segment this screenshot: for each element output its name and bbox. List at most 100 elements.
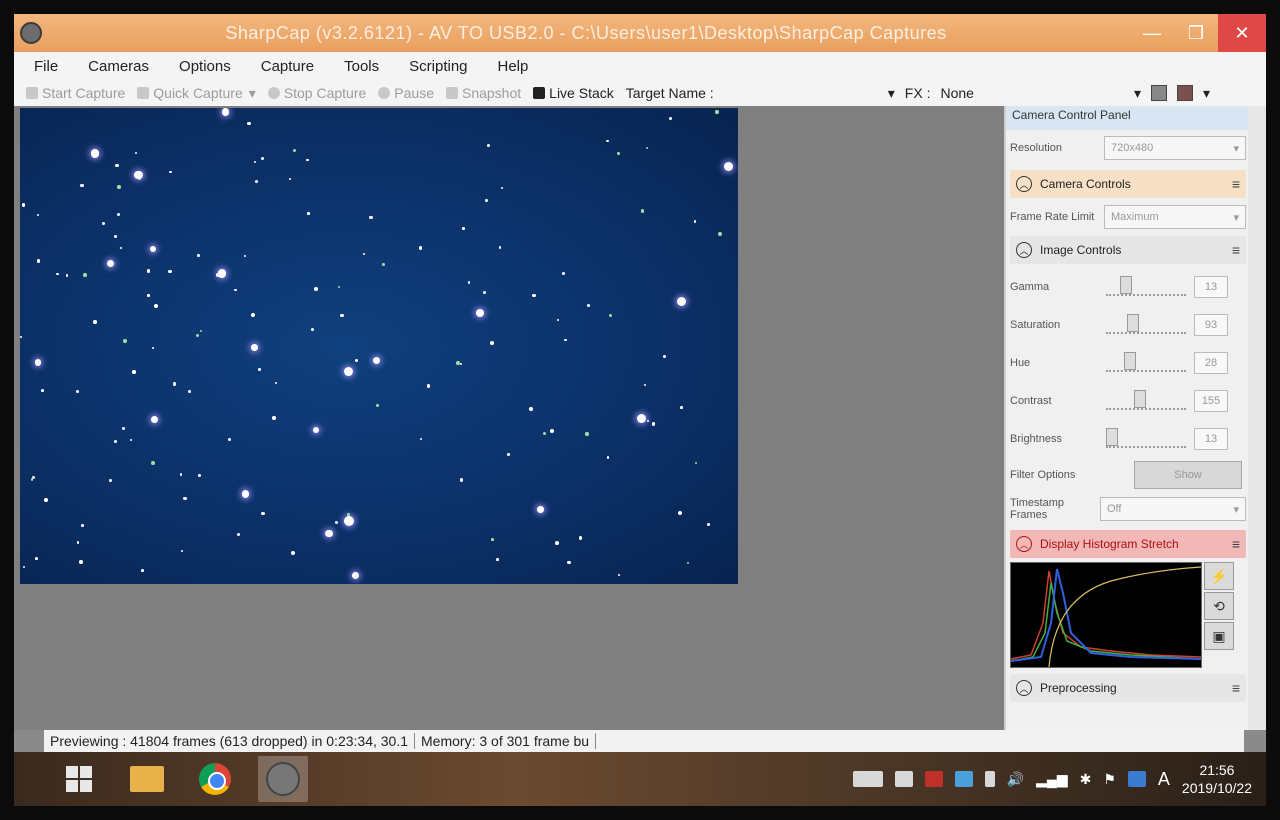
frame-rate-select[interactable]: Maximum ▾ [1104, 205, 1246, 229]
live-stack-button[interactable]: Live Stack [527, 85, 620, 101]
swatch-dropdown-icon[interactable]: ▾ [1203, 85, 1210, 102]
collapse-icon[interactable]: ︿ [1016, 536, 1032, 552]
chrome-button[interactable] [190, 756, 240, 802]
acrobat-icon[interactable] [924, 771, 943, 787]
star [168, 269, 172, 274]
star [418, 246, 423, 250]
camera-preview[interactable] [20, 108, 738, 584]
start-button[interactable] [54, 756, 104, 802]
capture-toolbar: Start Capture Quick Capture ▾ Stop Captu… [14, 80, 1266, 106]
star [556, 319, 559, 322]
sharpcap-app-icon[interactable] [20, 22, 42, 44]
image-sliders: Gamma 13 Saturation 93 Hue 28 Contrast 155 Brigh… [1006, 268, 1250, 458]
menu-capture[interactable]: Capture [241, 58, 324, 75]
sharpcap-task-button[interactable] [258, 756, 308, 802]
system-tray: 🔊 ▂▄▆ ✱ ⚑ A 21:56 2019/10/22 [852, 761, 1266, 797]
menu-tools[interactable]: Tools [324, 58, 389, 75]
image-viewport[interactable] [14, 106, 1004, 730]
maximize-button[interactable]: ❐ [1174, 14, 1218, 52]
star [106, 260, 114, 268]
star [123, 339, 128, 343]
star [254, 179, 258, 183]
reset-icon[interactable]: ⟲ [1204, 592, 1234, 620]
slider-thumb[interactable] [1127, 314, 1139, 332]
hamburger-menu-icon[interactable]: ≡ [1232, 242, 1240, 258]
signal-icon[interactable]: ▂▄▆ [1036, 771, 1067, 788]
histogram-stretch-header[interactable]: ︿ Display Histogram Stretch ≡ [1010, 530, 1246, 558]
filter-show-button[interactable]: Show [1134, 461, 1242, 489]
star [244, 255, 247, 258]
saturation-slider[interactable] [1106, 314, 1186, 334]
keyboard-icon[interactable] [852, 771, 883, 787]
star [346, 513, 350, 516]
timestamp-select[interactable]: Off ▾ [1100, 497, 1246, 521]
contrast-slider[interactable] [1106, 390, 1186, 410]
auto-stretch-icon[interactable]: ⚡ [1204, 562, 1234, 590]
fx-dropdown-icon[interactable]: ▾ [888, 85, 895, 102]
star [76, 541, 80, 545]
battery-icon[interactable] [984, 771, 995, 787]
hue-slider[interactable] [1106, 352, 1186, 372]
hamburger-menu-icon[interactable]: ≡ [1232, 176, 1240, 192]
star [152, 346, 155, 349]
menu-help[interactable]: Help [478, 58, 539, 75]
star [354, 358, 359, 363]
hamburger-menu-icon[interactable]: ≡ [1232, 680, 1240, 696]
slider-thumb[interactable] [1134, 390, 1146, 408]
quick-capture-button[interactable]: Quick Capture ▾ [131, 85, 262, 102]
star [117, 185, 121, 189]
collapse-icon[interactable]: ︿ [1016, 680, 1032, 696]
panel-scrollbar[interactable] [1248, 106, 1266, 730]
slider-thumb[interactable] [1120, 276, 1132, 294]
bluetooth-icon[interactable]: ✱ [1080, 771, 1092, 788]
notification-icon[interactable] [1127, 771, 1146, 787]
chrome-icon [199, 763, 231, 795]
star [343, 516, 354, 527]
star [236, 532, 241, 537]
saturation-value-input[interactable]: 93 [1194, 314, 1228, 336]
brightness-slider[interactable] [1106, 428, 1186, 448]
histogram-chart[interactable] [1010, 562, 1202, 668]
gamma-value-input[interactable]: 13 [1194, 276, 1228, 298]
minimize-button[interactable]: — [1130, 14, 1174, 52]
menu-file[interactable]: File [14, 58, 68, 75]
hamburger-menu-icon[interactable]: ≡ [1232, 536, 1240, 552]
menu-options[interactable]: Options [159, 58, 241, 75]
snapshot-button[interactable]: Snapshot [440, 85, 527, 101]
stop-capture-button[interactable]: Stop Capture [262, 85, 373, 101]
star [461, 227, 465, 230]
slider-thumb[interactable] [1106, 428, 1118, 446]
fx-menu-dropdown-icon[interactable]: ▾ [1134, 85, 1141, 102]
slider-thumb[interactable] [1123, 352, 1136, 370]
gamma-slider[interactable] [1106, 276, 1186, 296]
color-swatch-icon[interactable] [1176, 85, 1193, 101]
menu-cameras[interactable]: Cameras [68, 58, 159, 75]
hue-value-input[interactable]: 28 [1194, 352, 1228, 374]
preprocessing-header[interactable]: ︿ Preprocessing ≡ [1010, 674, 1246, 702]
close-button[interactable]: ✕ [1218, 14, 1266, 52]
app-tray-icon[interactable] [894, 771, 913, 787]
zoom-icon[interactable] [1150, 85, 1167, 101]
quick-capture-dropdown-icon[interactable]: ▾ [249, 85, 256, 102]
star [133, 170, 143, 180]
collapse-icon[interactable]: ︿ [1016, 176, 1032, 192]
save-icon[interactable]: ▣ [1204, 622, 1234, 650]
start-capture-button[interactable]: Start Capture [20, 85, 131, 101]
volume-icon[interactable]: 🔊 [1007, 771, 1024, 788]
ime-indicator[interactable]: A [1158, 769, 1170, 790]
flag-icon[interactable]: ⚑ [1103, 771, 1116, 788]
contrast-value-input[interactable]: 155 [1194, 390, 1228, 412]
image-controls-header[interactable]: ︿ Image Controls ≡ [1010, 236, 1246, 264]
star [140, 569, 144, 572]
fx-selector[interactable]: ▾ FX : None ▾ ▾ [888, 80, 1210, 106]
collapse-icon[interactable]: ︿ [1016, 242, 1032, 258]
live-stack-label: Live Stack [549, 85, 614, 101]
pause-button[interactable]: Pause [372, 85, 440, 101]
camera-controls-header[interactable]: ︿ Camera Controls ≡ [1010, 170, 1246, 198]
resolution-select[interactable]: 720x480 ▾ [1104, 136, 1246, 160]
clock[interactable]: 21:56 2019/10/22 [1182, 761, 1252, 797]
brightness-value-input[interactable]: 13 [1194, 428, 1228, 450]
file-explorer-button[interactable] [122, 756, 172, 802]
network-app-icon[interactable] [954, 771, 973, 787]
menu-scripting[interactable]: Scripting [389, 58, 477, 75]
